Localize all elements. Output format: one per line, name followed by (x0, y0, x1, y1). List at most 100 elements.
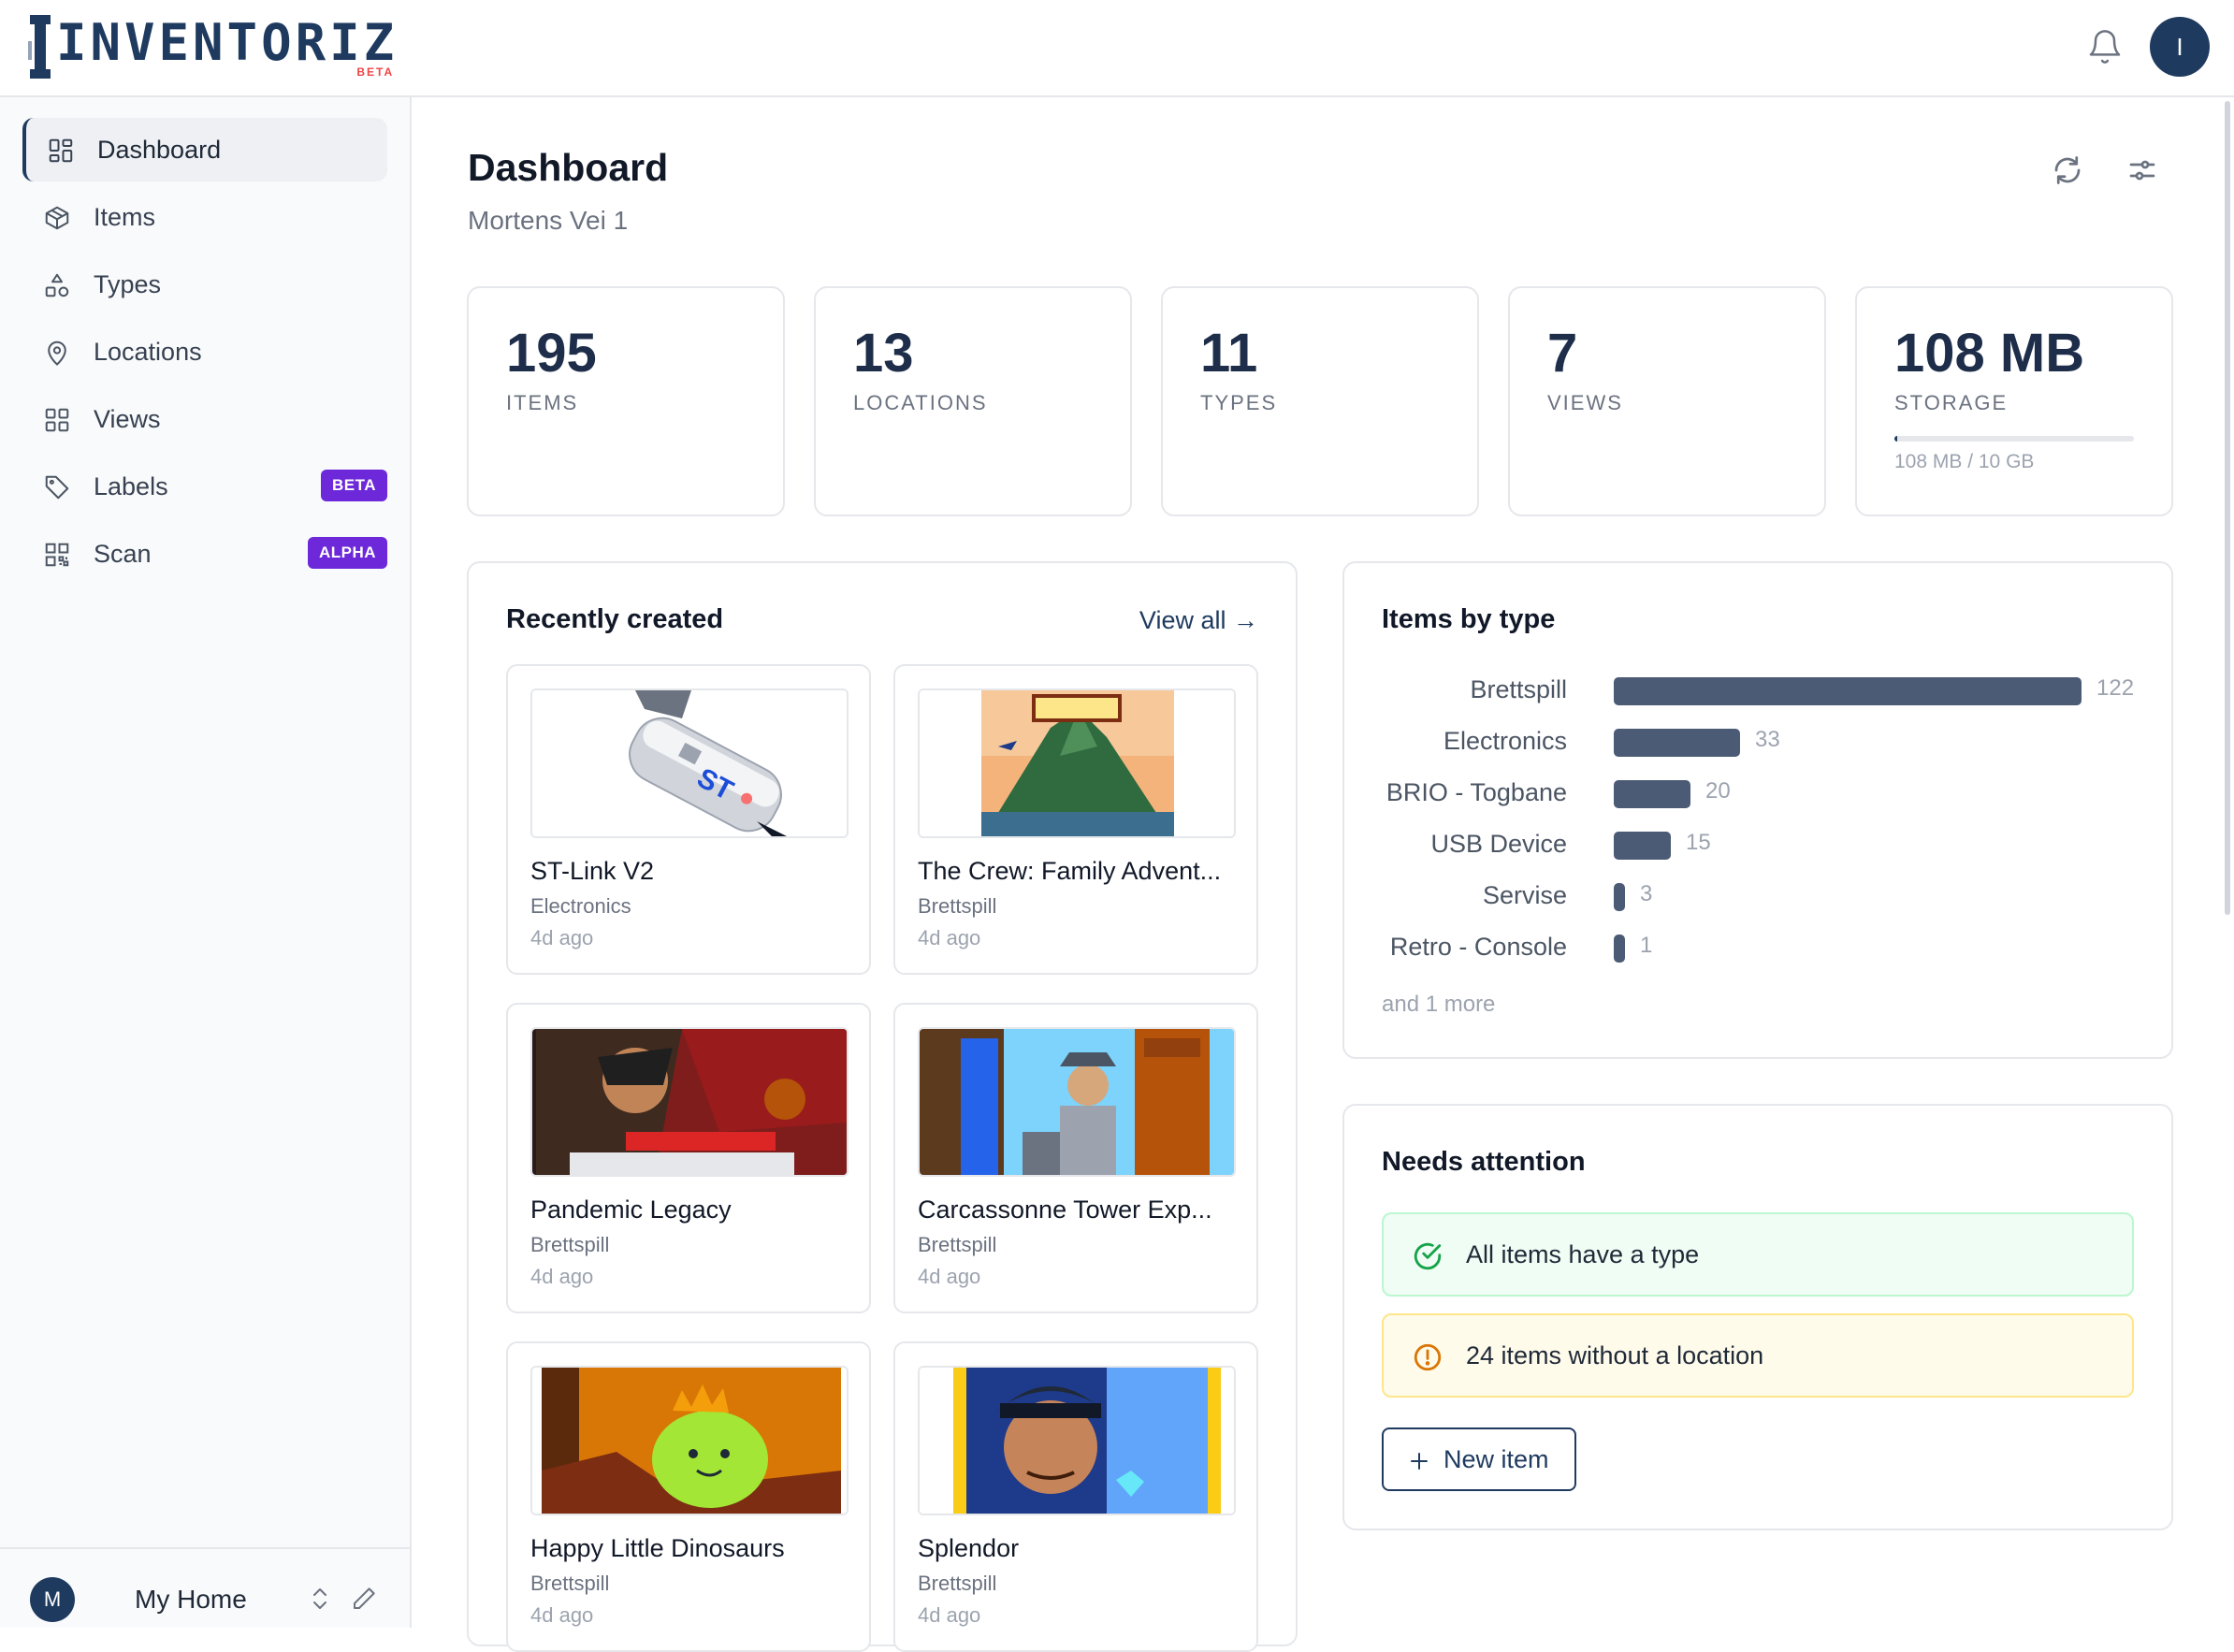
shapes-icon (45, 273, 69, 297)
type-bar-row[interactable]: Retro - Console 1 (1382, 929, 2149, 966)
item-name: ST-Link V2 (530, 857, 655, 885)
item-thumbnail (918, 1366, 1236, 1515)
alert-circle-icon (1414, 1343, 1442, 1371)
item-card[interactable]: Pandemic Legacy Brettspill 4d ago (506, 1003, 871, 1313)
item-type: Brettspill (530, 1233, 610, 1256)
item-age: 4d ago (530, 1265, 594, 1288)
stat-card-types[interactable]: 11 TYPES (1161, 286, 1479, 516)
type-bar-value: 122 (2096, 675, 2135, 701)
user-avatar[interactable]: I (2150, 17, 2210, 77)
tag-icon (45, 475, 69, 500)
game-box-image (920, 1368, 1234, 1514)
sidebar-item-scan[interactable]: Scan ALPHA (22, 522, 387, 586)
game-box-image (920, 1029, 1234, 1175)
app-logo[interactable]: INVENTORIZ BETA (28, 13, 398, 80)
map-pin-icon (48, 341, 66, 366)
item-name: The Crew: Family Advent... (918, 857, 1222, 885)
sidebar-item-items[interactable]: Items (22, 185, 387, 249)
stat-card-views[interactable]: 7 VIEWS (1508, 286, 1826, 516)
game-box-image (532, 1368, 847, 1514)
logo-beta-badge: BETA (356, 65, 395, 79)
refresh-icon[interactable] (2051, 153, 2084, 187)
type-bar-row[interactable]: Brettspill 122 (1382, 672, 2149, 709)
item-age: 4d ago (918, 1265, 981, 1288)
storage-progress-bar (1894, 436, 2134, 442)
stat-card-locations[interactable]: 13 LOCATIONS (814, 286, 1132, 516)
plus-icon (1411, 1453, 1428, 1470)
pencil-icon[interactable] (350, 1585, 378, 1613)
alert-all-typed: All items have a type (1382, 1212, 2134, 1297)
sidebar-item-views[interactable]: Views (22, 387, 387, 451)
item-card[interactable]: Splendor Brettspill 4d ago (893, 1341, 1258, 1652)
type-bar (1614, 677, 2082, 705)
sidebar-item-label: Types (94, 269, 162, 298)
sidebar-item-label: Views (94, 404, 161, 433)
check-circle-icon (1414, 1242, 1442, 1270)
page-scrollbar[interactable] (2225, 101, 2230, 915)
item-thumbnail (530, 1027, 849, 1177)
chevron-up-down-icon[interactable] (309, 1585, 331, 1613)
item-thumbnail (918, 688, 1236, 838)
stat-label: TYPES (1200, 391, 1278, 414)
stat-card-items[interactable]: 195 ITEMS (467, 286, 785, 516)
alpha-badge: ALPHA (307, 537, 387, 569)
top-bar: INVENTORIZ BETA I (0, 0, 2234, 97)
bell-icon[interactable] (2086, 26, 2124, 67)
alert-text: 24 items without a location (1466, 1340, 1764, 1369)
type-bar-row[interactable]: BRIO - Togbane 20 (1382, 775, 2149, 812)
type-bar (1614, 883, 1625, 911)
item-type: Brettspill (918, 894, 997, 918)
stat-value: 195 (506, 323, 597, 384)
sidebar-item-label: Locations (94, 337, 202, 366)
item-age: 4d ago (918, 1603, 981, 1627)
item-name: Splendor (918, 1534, 1020, 1562)
type-bar-label: BRIO - Togbane (1385, 778, 1567, 806)
alert-missing-location[interactable]: 24 items without a location (1382, 1313, 2134, 1398)
stat-card-storage[interactable]: 108 MB STORAGE 108 MB / 10 GB (1855, 286, 2173, 516)
type-bar-row[interactable]: Electronics 33 (1382, 723, 2149, 761)
sidebar-item-locations[interactable]: Locations (22, 320, 387, 384)
workspace-name: My Home (135, 1585, 247, 1614)
item-card[interactable]: Happy Little Dinosaurs Brettspill 4d ago (506, 1341, 871, 1652)
sidebar-item-dashboard[interactable]: Dashboard (22, 118, 387, 181)
page-subtitle: Mortens Vei 1 (468, 206, 629, 235)
sidebar-item-label: Items (94, 202, 156, 231)
page-title: Dashboard (468, 146, 669, 189)
type-bar (1614, 832, 1671, 860)
sidebar-item-types[interactable]: Types (22, 253, 387, 316)
sidebar: Dashboard Items Types Locations Views La… (0, 97, 412, 1628)
and-more-link[interactable]: and 1 more (1382, 992, 1495, 1018)
item-age: 4d ago (530, 1603, 594, 1627)
beta-badge: BETA (320, 470, 387, 501)
game-box-image (532, 1029, 847, 1175)
alert-text: All items have a type (1466, 1239, 1700, 1268)
usb-device-image: ST (532, 690, 847, 836)
workspace-switcher[interactable]: M My Home (0, 1547, 410, 1628)
type-bar-row[interactable]: Servise 3 (1382, 877, 2149, 915)
new-item-button[interactable]: New item (1382, 1427, 1576, 1491)
recently-created-card: Recently created View all → ST ST-Link V… (467, 561, 1298, 1652)
item-thumbnail (918, 1027, 1236, 1177)
view-all-link[interactable]: View all → (1139, 606, 1258, 635)
stat-value: 13 (853, 323, 914, 384)
sidebar-item-label: Scan (94, 539, 152, 568)
view-all-label: View all (1139, 606, 1226, 634)
type-bar-label: USB Device (1430, 830, 1567, 858)
type-bar-row[interactable]: USB Device 15 (1382, 826, 2149, 863)
item-type: Brettspill (530, 1572, 610, 1595)
sliders-icon[interactable] (2125, 153, 2159, 187)
sidebar-item-labels[interactable]: Labels BETA (22, 455, 387, 518)
item-card[interactable]: Carcassonne Tower Exp... Brettspill 4d a… (893, 1003, 1258, 1313)
logo-text: INVENTORIZ (56, 13, 399, 72)
box-icon (45, 206, 69, 230)
type-bar (1614, 935, 1625, 963)
grid-icon (45, 408, 69, 432)
item-card[interactable]: The Crew: Family Advent... Brettspill 4d… (893, 664, 1258, 975)
game-box-image (920, 690, 1234, 836)
sidebar-item-label: Dashboard (97, 135, 222, 164)
item-age: 4d ago (530, 926, 594, 949)
grid-icon (49, 138, 73, 163)
stat-value: 108 MB (1894, 323, 2085, 384)
item-card[interactable]: ST ST-Link V2 Electronics 4d ago (506, 664, 871, 975)
type-bar-label: Servise (1482, 881, 1567, 909)
